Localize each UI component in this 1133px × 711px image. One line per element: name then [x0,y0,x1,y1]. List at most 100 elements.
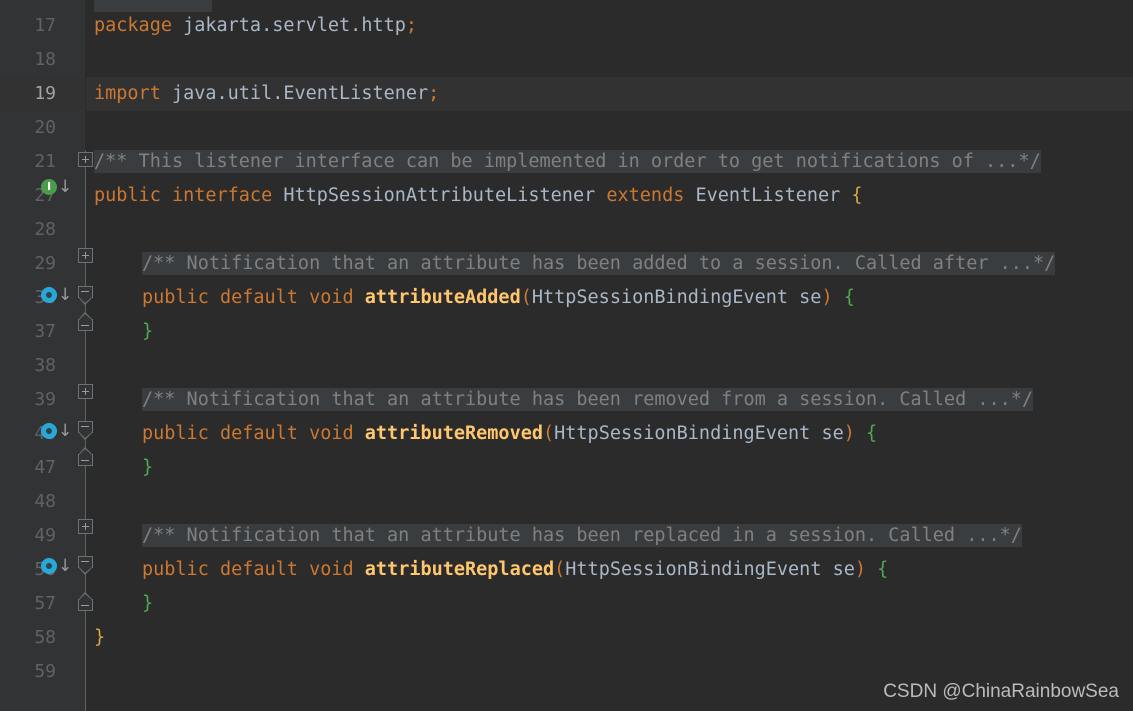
folded-comment[interactable]: /** Notification that an attribute has b… [142,524,1022,547]
implemented-by-arrow-icon[interactable]: ↓ [58,556,72,576]
code-token: package [94,15,172,36]
line-number: 58 [34,627,56,648]
interface-badge-icon[interactable]: I [41,179,57,195]
code-line[interactable]: 37} [0,315,1133,349]
code-token: } [142,321,154,342]
code-line[interactable]: 27 public interface HttpSessionAttributeL… [0,179,1133,213]
implemented-by-arrow-icon[interactable]: ↓ [58,285,72,305]
override-badge-icon[interactable] [41,287,57,303]
code-token: public [94,185,161,206]
code-line[interactable]: 49 /** Notification that an attribute has… [0,519,1133,553]
watermark-text: CSDN @ChinaRainbowSea [883,681,1119,702]
code-line[interactable]: 19 import java.util.EventListener; [0,77,1133,111]
code-token: ( [554,559,566,580]
expand-fold-icon[interactable] [78,384,93,399]
line-number: 37 [34,321,56,342]
code-line[interactable]: 20 [0,111,1133,145]
code-token: ) [821,287,833,308]
folded-comment[interactable]: /** Notification that an attribute has b… [142,252,1056,275]
collapse-fold-end-icon[interactable] [78,312,93,331]
code-token: ; [428,83,440,104]
code-text: import java.util.EventListener; [94,77,439,111]
code-token: HttpSessionBindingEvent se [531,287,822,308]
code-line[interactable]: 56public default void attributeReplaced(… [0,553,1133,587]
code-line[interactable]: 18 [0,43,1133,77]
code-token: default [219,287,298,308]
expand-fold-icon[interactable] [78,248,93,263]
code-token: jakarta.servlet.http [183,15,406,36]
code-line[interactable]: 46public default void attributeRemoved(H… [0,417,1133,451]
code-text: /** Notification that an attribute has b… [142,519,1022,553]
code-line[interactable]: 29 /** Notification that an attribute has… [0,247,1133,281]
fold-gutter[interactable] [78,0,94,711]
code-token: ) [843,423,855,444]
line-number: 47 [34,457,56,478]
expand-fold-icon[interactable] [78,519,93,534]
collapse-fold-end-icon[interactable] [78,592,93,611]
line-number: 20 [34,117,56,138]
code-token: attributeRemoved [364,423,543,444]
override-badge-icon[interactable] [41,423,57,439]
line-number: 39 [34,389,56,410]
code-text: } [142,587,153,621]
folded-comment[interactable]: /** This listener interface can be imple… [94,150,1041,173]
code-token: { [843,287,855,308]
collapse-fold-end-icon[interactable] [78,447,93,466]
code-line[interactable]: 21/** This listener interface can be imp… [0,145,1133,179]
code-line[interactable]: 38 [0,349,1133,383]
collapse-fold-start-icon[interactable] [78,286,93,305]
implemented-method-icon[interactable]: ↓ [41,414,75,448]
code-text: } [142,451,153,485]
line-number: 18 [34,49,56,70]
code-token: default [219,423,298,444]
line-number: 28 [34,219,56,240]
code-text: /** Notification that an attribute has b… [142,383,1034,417]
implemented-method-icon[interactable]: ↓ [41,549,75,583]
implemented-by-arrow-icon[interactable]: ↓ [58,177,72,197]
collapse-fold-start-icon[interactable] [78,421,93,440]
code-line[interactable]: 58} [0,621,1133,655]
implemented-by-arrow-icon[interactable]: ↓ [58,421,72,441]
line-number: 59 [34,661,56,682]
code-text: public default void attributeAdded(HttpS… [142,281,855,315]
interface-icon[interactable]: I ↓ [41,170,75,204]
code-token: { [877,559,889,580]
collapse-fold-start-icon[interactable] [78,556,93,575]
code-line[interactable]: 48 [0,485,1133,519]
override-badge-icon[interactable] [41,558,57,574]
code-token: java.util.EventListener [171,83,429,104]
code-text: /** Notification that an attribute has b… [142,247,1056,281]
code-token: { [866,423,878,444]
code-text: public default void attributeReplaced(Ht… [142,553,888,587]
implemented-method-icon[interactable]: ↓ [41,278,75,312]
code-token: import [94,83,161,104]
code-line[interactable]: 28 [0,213,1133,247]
code-text: package jakarta.servlet.http; [94,9,417,43]
code-text: } [94,621,105,655]
expand-fold-icon[interactable] [78,152,93,167]
code-line[interactable]: 17 package jakarta.servlet.http; [0,9,1133,43]
code-line[interactable]: 47} [0,451,1133,485]
code-token: HttpSessionBindingEvent se [565,559,855,580]
code-token: HttpSessionBindingEvent se [554,423,844,444]
code-line[interactable]: 36public default void attributeAdded(Htt… [0,281,1133,315]
code-token: void [309,559,354,580]
code-line[interactable]: 57} [0,587,1133,621]
code-editor[interactable]: 17 package jakarta.servlet.http; 18 19 impor… [0,0,1133,711]
code-token: attributeReplaced [364,559,555,580]
code-token: interface [171,185,273,206]
code-line[interactable]: 39 /** Notification that an attribute has… [0,383,1133,417]
code-token: attributeAdded [364,287,521,308]
folded-comment[interactable]: /** Notification that an attribute has b… [142,388,1034,411]
code-text: /** This listener interface can be imple… [94,145,1041,179]
line-number: 48 [34,491,56,512]
